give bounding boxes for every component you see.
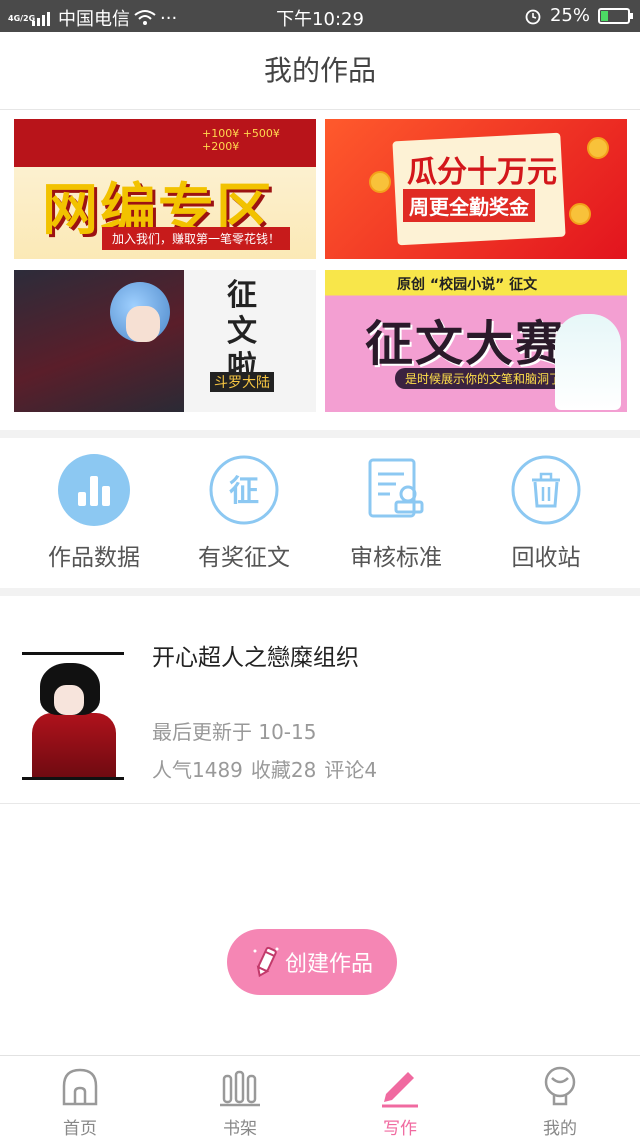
banner-title: 瓜分十万元 xyxy=(407,155,557,190)
work-favorites: 收藏28 xyxy=(250,758,317,782)
quick-menu: 作品数据 征 有奖征文 审核标准 回收站 xyxy=(0,438,640,588)
svg-text:征: 征 xyxy=(229,474,259,509)
tab-label: 首页 xyxy=(63,1119,97,1138)
tab-bookshelf[interactable]: 书架 xyxy=(160,1064,320,1138)
banner-subtitle: 周更全勤奖金 xyxy=(403,189,535,222)
menu-label: 有奖征文 xyxy=(198,545,290,571)
work-stats: 人气1489 收藏28 评论4 xyxy=(152,754,377,783)
work-comments: 评论4 xyxy=(324,758,378,782)
cover-figure xyxy=(32,713,116,777)
menu-item-review-standard[interactable]: 审核标准 xyxy=(316,454,476,572)
tab-label: 我的 xyxy=(543,1119,577,1138)
banner-title: 征文大赛 xyxy=(365,316,566,372)
trash-icon xyxy=(510,454,582,526)
write-pencil-icon xyxy=(378,1064,422,1108)
work-updated: 最后更新于 10-15 xyxy=(152,720,317,744)
character-face xyxy=(126,306,160,342)
banner-title: 征文啦 xyxy=(227,278,257,385)
tab-mine[interactable]: 我的 xyxy=(480,1064,640,1138)
section-divider xyxy=(0,588,640,596)
banner-web-novel[interactable]: +100¥ +500¥ +200¥ 网编专区 加入我们，赚取第一笔零花钱！ xyxy=(14,119,316,259)
bottom-tab-bar: 首页 书架 写作 我的 xyxy=(0,1055,640,1138)
coin-icon xyxy=(587,137,609,159)
work-cover-image xyxy=(22,652,124,780)
banner-contest-doupo[interactable]: 征文啦 斗罗大陆 xyxy=(14,270,316,412)
menu-item-recycle-bin[interactable]: 回收站 xyxy=(466,454,626,572)
banner-character-art xyxy=(555,314,621,410)
pencil-icon xyxy=(253,946,279,978)
alarm-icon xyxy=(525,9,541,24)
page-title: 我的作品 xyxy=(263,54,376,87)
coin-icon xyxy=(369,171,391,193)
create-work-label: 创建作品 xyxy=(284,952,373,977)
coin-icon xyxy=(569,203,591,225)
banner-top-text: 原创 “校园小说” 征文 xyxy=(397,277,538,293)
work-popularity: 人气1489 xyxy=(152,758,243,782)
tab-label: 书架 xyxy=(223,1119,257,1138)
status-bar: 4G/2G 中国电信 ··· 下午10:29 25% xyxy=(0,0,640,32)
tab-label: 写作 xyxy=(383,1119,417,1138)
banner-attendance-bonus[interactable]: 瓜分十万元 周更全勤奖金 xyxy=(325,119,627,259)
battery-percent: 25% xyxy=(549,5,590,26)
menu-label: 审核标准 xyxy=(350,545,442,571)
menu-label: 回收站 xyxy=(511,545,581,571)
menu-item-work-data[interactable]: 作品数据 xyxy=(14,454,174,572)
banner-coins: +100¥ +500¥ +200¥ xyxy=(202,127,280,153)
bar-chart-icon xyxy=(58,454,130,526)
bookshelf-icon xyxy=(218,1064,262,1108)
create-work-button[interactable]: 创建作品 xyxy=(227,929,397,995)
menu-item-contest[interactable]: 征 有奖征文 xyxy=(164,454,324,572)
banner-tag: 斗罗大陆 xyxy=(210,372,274,392)
work-item[interactable]: 开心超人之戀糜组织 最后更新于 10-15 人气1489 收藏28 评论4 xyxy=(0,598,640,804)
battery-icon xyxy=(598,7,633,24)
banner-tag: 加入我们，赚取第一笔零花钱！ xyxy=(102,227,291,250)
tab-home[interactable]: 首页 xyxy=(0,1064,160,1138)
tab-write[interactable]: 写作 xyxy=(320,1064,480,1138)
banner-campus-contest[interactable]: 原创 “校园小说” 征文 征文大赛 是时候展示你的文笔和脑洞了！ xyxy=(325,270,627,412)
home-icon xyxy=(58,1064,102,1108)
section-divider xyxy=(0,430,640,438)
review-document-icon xyxy=(360,454,432,526)
work-title: 开心超人之戀糜组织 xyxy=(152,645,359,671)
contest-seal-icon: 征 xyxy=(208,454,280,526)
menu-label: 作品数据 xyxy=(48,545,140,571)
header: 我的作品 xyxy=(0,32,640,110)
profile-icon xyxy=(538,1064,582,1108)
cover-face xyxy=(54,685,84,715)
